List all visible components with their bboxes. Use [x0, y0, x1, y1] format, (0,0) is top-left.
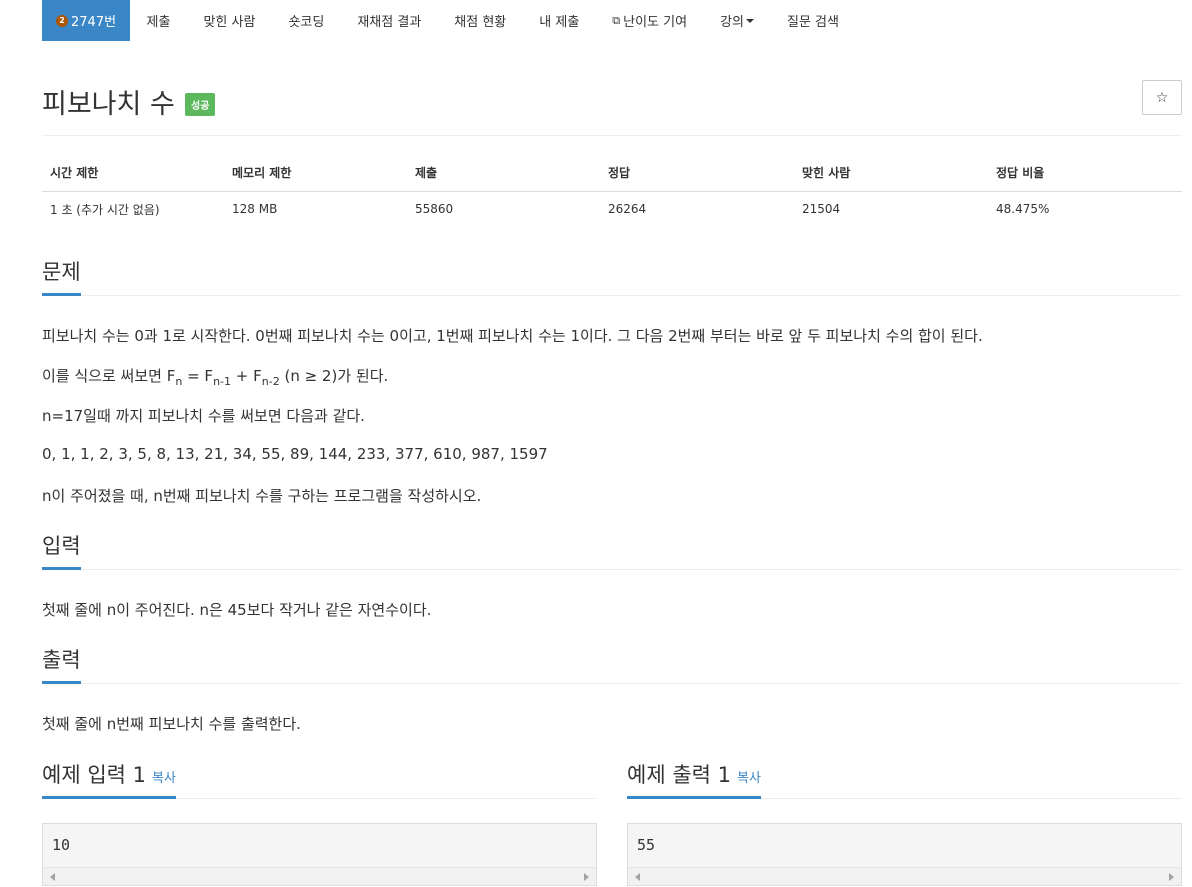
value-memory-limit: 128 MB: [232, 202, 278, 216]
copy-sample-input-link[interactable]: 복사: [152, 771, 176, 786]
problem-section-title: 문제: [42, 259, 81, 296]
header-submissions: 제출: [407, 155, 600, 192]
horizontal-scrollbar[interactable]: [628, 867, 1181, 885]
formula-subscript: n-1: [213, 375, 232, 388]
nav-lectures-dropdown[interactable]: 강의: [704, 0, 771, 41]
nav-rejudge-results[interactable]: 재채점 결과: [341, 0, 438, 41]
formula-subscript: n-2: [261, 375, 280, 388]
problem-paragraph-5: n이 주어졌을 때, n번째 피보나치 수를 구하는 프로그램을 작성하시오.: [42, 487, 482, 505]
header-memory-limit: 메모리 제한: [224, 155, 407, 192]
nav-difficulty-contribution[interactable]: ⧉ 난이도 기여: [596, 0, 704, 41]
value-accepted: 26264: [608, 202, 647, 216]
sample-input-box[interactable]: 10: [42, 823, 597, 886]
formula-text: + F: [231, 367, 262, 385]
sample-output-value: 55: [637, 836, 656, 854]
input-section-header: 입력: [42, 533, 1182, 570]
sample-output-title: 예제 출력 1 복사: [627, 762, 761, 799]
problem-number-label: 2747번: [71, 15, 117, 30]
sample-input-value: 10: [52, 836, 71, 854]
formula-text: (n ≥ 2)가 된다.: [279, 367, 389, 385]
problem-paragraph-1: 피보나치 수는 0과 1로 시작한다. 0번째 피보나치 수는 0이고, 1번째…: [42, 327, 983, 345]
value-solved-users: 21504: [802, 202, 841, 216]
sample-output-title-text: 예제 출력 1: [627, 763, 731, 787]
scroll-right-icon[interactable]: [1169, 873, 1174, 881]
sample-input-header: 예제 입력 1 복사: [42, 762, 597, 799]
scroll-left-icon[interactable]: [635, 873, 640, 881]
problem-info-table: 시간 제한 메모리 제한 제출 정답 맞힌 사람 정답 비율 1 초 (추가 시…: [42, 155, 1182, 227]
input-description: 첫째 줄에 n이 주어진다. n은 45보다 작거나 같은 자연수이다.: [42, 601, 432, 619]
output-section-header: 출력: [42, 647, 1182, 684]
nav-judge-status[interactable]: 채점 현황: [438, 0, 523, 41]
sample-output-header: 예제 출력 1 복사: [627, 762, 1182, 799]
lectures-label: 강의: [720, 15, 744, 30]
output-description: 첫째 줄에 n번째 피보나치 수를 출력한다.: [42, 715, 301, 733]
problem-nav: 2 2747번 제출 맞힌 사람 숏코딩 재채점 결과 채점 현황 내 제출 ⧉…: [42, 0, 855, 41]
horizontal-scrollbar[interactable]: [43, 867, 596, 885]
formula-text: 이를 식으로 써보면 F: [42, 367, 176, 385]
problem-paragraph-sequence: 0, 1, 1, 2, 3, 5, 8, 13, 21, 34, 55, 89,…: [42, 445, 548, 463]
output-section-title: 출력: [42, 647, 81, 684]
header-accepted: 정답: [600, 155, 794, 192]
nav-my-submissions[interactable]: 내 제출: [523, 0, 596, 41]
header-accuracy: 정답 비율: [988, 155, 1182, 192]
caret-down-icon: [746, 18, 754, 23]
external-link-icon: ⧉: [612, 13, 621, 27]
nav-submit[interactable]: 제출: [130, 0, 187, 41]
value-submissions: 55860: [415, 202, 454, 216]
nav-short-coding[interactable]: 숏코딩: [272, 0, 341, 41]
formula-text: = F: [182, 367, 214, 385]
problem-paragraph-3: n=17일때 까지 피보나치 수를 써보면 다음과 같다.: [42, 407, 365, 425]
nav-question-search[interactable]: 질문 검색: [771, 0, 856, 41]
tier-icon: 2: [56, 14, 68, 27]
sample-output-box[interactable]: 55: [627, 823, 1182, 886]
value-time-limit: 1 초 (추가 시간 없음): [50, 202, 160, 217]
nav-problem-number[interactable]: 2 2747번: [42, 0, 131, 41]
status-badge: 성공: [185, 93, 216, 116]
nav-solved-users[interactable]: 맞힌 사람: [187, 0, 272, 41]
difficulty-contribution-label: 난이도 기여: [623, 15, 688, 30]
copy-sample-output-link[interactable]: 복사: [737, 771, 761, 786]
title-row: 피보나치 수 성공 ☆: [42, 80, 1182, 136]
problem-section-header: 문제: [42, 259, 1182, 296]
page-title: 피보나치 수: [42, 89, 175, 120]
problem-paragraph-formula: 이를 식으로 써보면 Fn = Fn-1 + Fn-2 (n ≥ 2)가 된다.: [42, 365, 388, 388]
value-accuracy: 48.475%: [996, 202, 1050, 216]
scroll-left-icon[interactable]: [50, 873, 55, 881]
star-icon: ☆: [1155, 89, 1169, 106]
info-header-row: 시간 제한 메모리 제한 제출 정답 맞힌 사람 정답 비율: [42, 155, 1182, 192]
header-solved-users: 맞힌 사람: [794, 155, 988, 192]
header-time-limit: 시간 제한: [42, 155, 224, 192]
info-value-row: 1 초 (추가 시간 없음) 128 MB 55860 26264 21504 …: [42, 191, 1182, 227]
sample-input-title: 예제 입력 1 복사: [42, 762, 176, 799]
sample-input-title-text: 예제 입력 1: [42, 763, 146, 787]
scroll-right-icon[interactable]: [584, 873, 589, 881]
favorite-button[interactable]: ☆: [1142, 80, 1182, 115]
input-section-title: 입력: [42, 533, 81, 570]
